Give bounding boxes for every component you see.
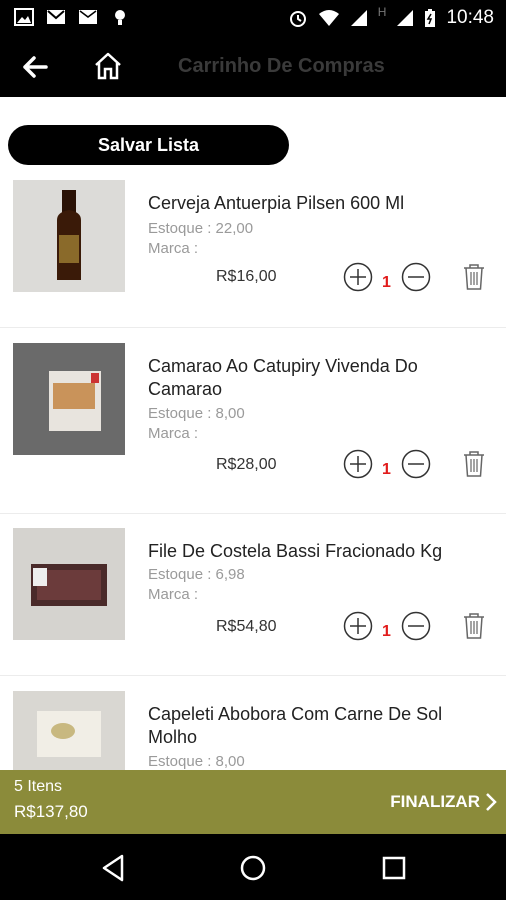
- plus-circle-icon[interactable]: [343, 262, 373, 292]
- product-brand: Marca :: [148, 425, 199, 442]
- back-triangle-icon[interactable]: [98, 852, 130, 884]
- product-name: Capeleti Abobora Com Carne De Sol Molho: [148, 704, 443, 747]
- status-right-icons: H 10:48: [288, 5, 494, 29]
- arrow-left-icon[interactable]: [20, 52, 50, 82]
- chevron-right-icon[interactable]: [484, 792, 498, 812]
- item-divider: [0, 513, 506, 514]
- product-price: R$54,80: [216, 618, 277, 635]
- item-count: 5 Itens: [14, 778, 63, 795]
- wifi-icon: [318, 10, 339, 26]
- system-nav-bar: [0, 834, 506, 900]
- home-icon[interactable]: [92, 50, 124, 82]
- quantity-value: 1: [382, 274, 391, 291]
- product-brand: Marca :: [148, 586, 199, 603]
- product-stock: Estoque : 8,00: [148, 753, 245, 770]
- minus-circle-icon[interactable]: [401, 449, 431, 479]
- mail-icon: [79, 10, 97, 24]
- product-price: R$16,00: [216, 268, 277, 285]
- status-time: 10:48: [446, 7, 494, 28]
- finalize-button[interactable]: FINALIZAR: [390, 792, 480, 812]
- gmail-icon: [47, 10, 65, 24]
- trash-icon[interactable]: [462, 612, 486, 640]
- product-name: File De Costela Bassi Fracionado Kg: [148, 541, 443, 561]
- cart-total: R$137,80: [14, 802, 88, 821]
- home-circle-icon[interactable]: [237, 852, 269, 884]
- product-stock: Estoque : 22,00: [148, 220, 254, 237]
- signal-icon: [350, 10, 367, 26]
- product-image: [13, 691, 125, 770]
- network-type-label: H: [377, 5, 387, 19]
- status-bar: H 10:48: [0, 0, 506, 36]
- trash-icon[interactable]: [462, 263, 486, 291]
- page-title: Carrinho De Compras: [178, 55, 385, 77]
- recents-square-icon[interactable]: [378, 852, 410, 884]
- signal-icon-2: [397, 10, 414, 26]
- alarm-icon: [289, 11, 306, 27]
- bulb-icon: [115, 10, 125, 25]
- product-stock: Estoque : 6,98: [148, 566, 245, 583]
- cart-list[interactable]: Salvar Lista Cerveja Antuerpia Pilsen 60…: [0, 97, 506, 770]
- product-image: [13, 180, 125, 292]
- item-divider: [0, 327, 506, 328]
- item-divider: [0, 675, 506, 676]
- quantity-value: 1: [382, 623, 391, 640]
- product-image: [13, 343, 125, 455]
- trash-icon[interactable]: [462, 450, 486, 478]
- product-brand: Marca :: [148, 240, 199, 257]
- minus-circle-icon[interactable]: [401, 262, 431, 292]
- image-icon: [14, 8, 34, 26]
- product-name: Camarao Ao Catupiry Vivenda Do Camarao: [148, 356, 418, 399]
- cart-summary-bar: 5 Itens R$137,80 FINALIZAR: [0, 770, 506, 834]
- product-price: R$28,00: [216, 456, 277, 473]
- product-name: Cerveja Antuerpia Pilsen 600 Ml: [148, 193, 405, 213]
- product-stock: Estoque : 8,00: [148, 405, 245, 422]
- minus-circle-icon[interactable]: [401, 611, 431, 641]
- battery-icon: [425, 9, 436, 27]
- status-left-icons: [14, 8, 130, 26]
- product-image: [13, 528, 125, 640]
- plus-circle-icon[interactable]: [343, 449, 373, 479]
- quantity-value: 1: [382, 461, 391, 478]
- plus-circle-icon[interactable]: [343, 611, 373, 641]
- save-list-button[interactable]: Salvar Lista: [8, 125, 289, 165]
- app-bar: Carrinho De Compras: [0, 36, 506, 97]
